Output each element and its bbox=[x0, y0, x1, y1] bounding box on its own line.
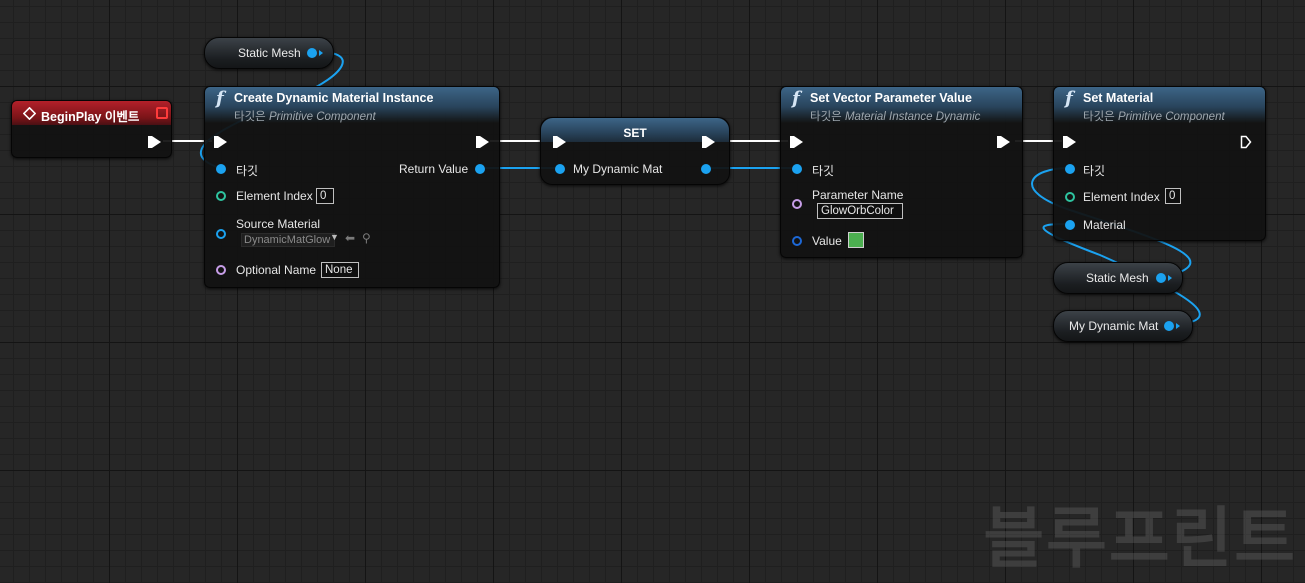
set-exec-out[interactable] bbox=[702, 136, 715, 148]
set-material-header: f Set Material 타깃은 Primitive Component bbox=[1054, 87, 1265, 123]
function-icon: f bbox=[216, 88, 224, 109]
set-vector-parameter-value-node[interactable]: f Set Vector Parameter Value 타깃은 Materia… bbox=[780, 86, 1023, 258]
set-variable-node[interactable]: SET My Dynamic Mat bbox=[540, 117, 730, 185]
set-vector-exec-in[interactable] bbox=[790, 136, 803, 148]
set-vector-param-name-pin[interactable] bbox=[792, 199, 802, 209]
static-mesh-variable-node[interactable]: Static Mesh bbox=[204, 37, 334, 69]
subtitle-prefix: 타깃은 bbox=[1083, 111, 1118, 123]
set-material-element-index-label: Element Index bbox=[1083, 190, 1160, 204]
subtitle-target: Primitive Component bbox=[268, 111, 376, 123]
set-material-subtitle: 타깃은 Primitive Component bbox=[1083, 108, 1225, 124]
create-dmi-subtitle: 타깃은 Primitive Component bbox=[234, 108, 376, 124]
search-icon[interactable]: ⚲ bbox=[362, 231, 371, 245]
set-material-target-label: 타깃 bbox=[1083, 164, 1106, 178]
beginplay-event-node[interactable]: BeginPlay 이벤트 bbox=[11, 100, 172, 158]
blueprint-watermark: 블루프린트 bbox=[983, 500, 1297, 577]
source-material-dropdown[interactable]: DynamicMatGlow bbox=[241, 233, 335, 247]
set-material-element-index-input[interactable]: 0 bbox=[1165, 188, 1181, 204]
set-vector-target-pin[interactable] bbox=[792, 164, 802, 174]
set-material-title: Set Material bbox=[1083, 91, 1154, 105]
my-dynamic-mat-output-pin[interactable] bbox=[1164, 321, 1174, 331]
set-header: SET bbox=[541, 118, 729, 142]
create-dmi-element-index-pin[interactable] bbox=[216, 191, 226, 201]
set-exec-in[interactable] bbox=[553, 136, 566, 148]
set-var-label: My Dynamic Mat bbox=[573, 162, 663, 176]
set-vector-value-pin[interactable] bbox=[792, 236, 802, 246]
create-dmi-exec-out[interactable] bbox=[476, 136, 489, 148]
pin-arrow-icon bbox=[1176, 323, 1180, 329]
static-mesh-label: Static Mesh bbox=[1086, 271, 1149, 285]
set-vector-subtitle: 타깃은 Material Instance Dynamic bbox=[810, 108, 980, 124]
create-dmi-return-pin[interactable] bbox=[475, 164, 485, 174]
pin-arrow-icon bbox=[319, 50, 323, 56]
function-icon: f bbox=[792, 88, 800, 109]
set-input-pin[interactable] bbox=[555, 164, 565, 174]
delegate-pin-icon[interactable] bbox=[156, 107, 168, 119]
set-vector-value-label: Value bbox=[812, 234, 842, 248]
beginplay-exec-out[interactable] bbox=[148, 136, 161, 148]
diamond-icon bbox=[23, 107, 36, 120]
subtitle-target: Material Instance Dynamic bbox=[844, 111, 981, 123]
static-mesh-output-pin[interactable] bbox=[307, 48, 317, 58]
color-swatch[interactable] bbox=[848, 232, 864, 248]
set-material-material-pin[interactable] bbox=[1065, 220, 1075, 230]
static-mesh-variable-node-2[interactable]: Static Mesh bbox=[1053, 262, 1183, 294]
create-dmi-element-index-label: Element Index bbox=[236, 189, 313, 203]
set-material-exec-out[interactable] bbox=[1240, 135, 1252, 149]
create-dmi-source-material-label: Source Material bbox=[236, 217, 321, 231]
create-dmi-header: f Create Dynamic Material Instance 타깃은 P… bbox=[205, 87, 499, 123]
set-vector-title: Set Vector Parameter Value bbox=[810, 91, 972, 105]
create-dmi-optional-name-pin[interactable] bbox=[216, 265, 226, 275]
create-dmi-target-pin[interactable] bbox=[216, 164, 226, 174]
subtitle-prefix: 타깃은 bbox=[234, 111, 269, 123]
set-vector-param-name-input[interactable]: GlowOrbColor bbox=[817, 203, 903, 219]
set-material-element-index-pin[interactable] bbox=[1065, 192, 1075, 202]
subtitle-target: Primitive Component bbox=[1117, 111, 1225, 123]
chevron-down-icon[interactable]: ▼ bbox=[330, 232, 339, 242]
create-dmi-optional-name-input[interactable]: None bbox=[321, 262, 359, 278]
arrow-left-icon[interactable]: ⬅ bbox=[345, 231, 355, 245]
create-dmi-optional-name-label: Optional Name bbox=[236, 263, 317, 277]
set-vector-param-name-label: Parameter Name bbox=[812, 188, 904, 202]
static-mesh-output-pin[interactable] bbox=[1156, 273, 1166, 283]
create-dmi-exec-in[interactable] bbox=[214, 136, 227, 148]
source-material-value: DynamicMatGlow bbox=[244, 234, 331, 246]
create-dmi-title: Create Dynamic Material Instance bbox=[234, 91, 434, 105]
create-dmi-source-material-pin[interactable] bbox=[216, 229, 226, 239]
set-material-exec-in[interactable] bbox=[1063, 136, 1076, 148]
set-vector-header: f Set Vector Parameter Value 타깃은 Materia… bbox=[781, 87, 1022, 123]
set-title: SET bbox=[623, 126, 647, 140]
static-mesh-label: Static Mesh bbox=[238, 46, 301, 60]
create-dmi-target-label: 타깃 bbox=[236, 164, 259, 178]
set-material-node[interactable]: f Set Material 타깃은 Primitive Component 타… bbox=[1053, 86, 1266, 241]
set-output-pin[interactable] bbox=[701, 164, 711, 174]
my-dynamic-mat-label: My Dynamic Mat bbox=[1069, 319, 1159, 333]
create-dynamic-material-instance-node[interactable]: f Create Dynamic Material Instance 타깃은 P… bbox=[204, 86, 500, 288]
function-icon: f bbox=[1065, 88, 1073, 109]
set-material-target-pin[interactable] bbox=[1065, 164, 1075, 174]
create-dmi-element-index-input[interactable]: 0 bbox=[316, 188, 334, 204]
subtitle-prefix: 타깃은 bbox=[810, 111, 845, 123]
pin-arrow-icon bbox=[1168, 275, 1172, 281]
beginplay-header: BeginPlay 이벤트 bbox=[12, 101, 171, 125]
set-material-material-label: Material bbox=[1083, 218, 1126, 232]
beginplay-title: BeginPlay 이벤트 bbox=[41, 110, 140, 124]
create-dmi-return-label: Return Value bbox=[399, 162, 469, 176]
set-vector-target-label: 타깃 bbox=[812, 164, 835, 178]
set-vector-exec-out[interactable] bbox=[997, 136, 1010, 148]
my-dynamic-mat-variable-node[interactable]: My Dynamic Mat bbox=[1053, 310, 1193, 342]
